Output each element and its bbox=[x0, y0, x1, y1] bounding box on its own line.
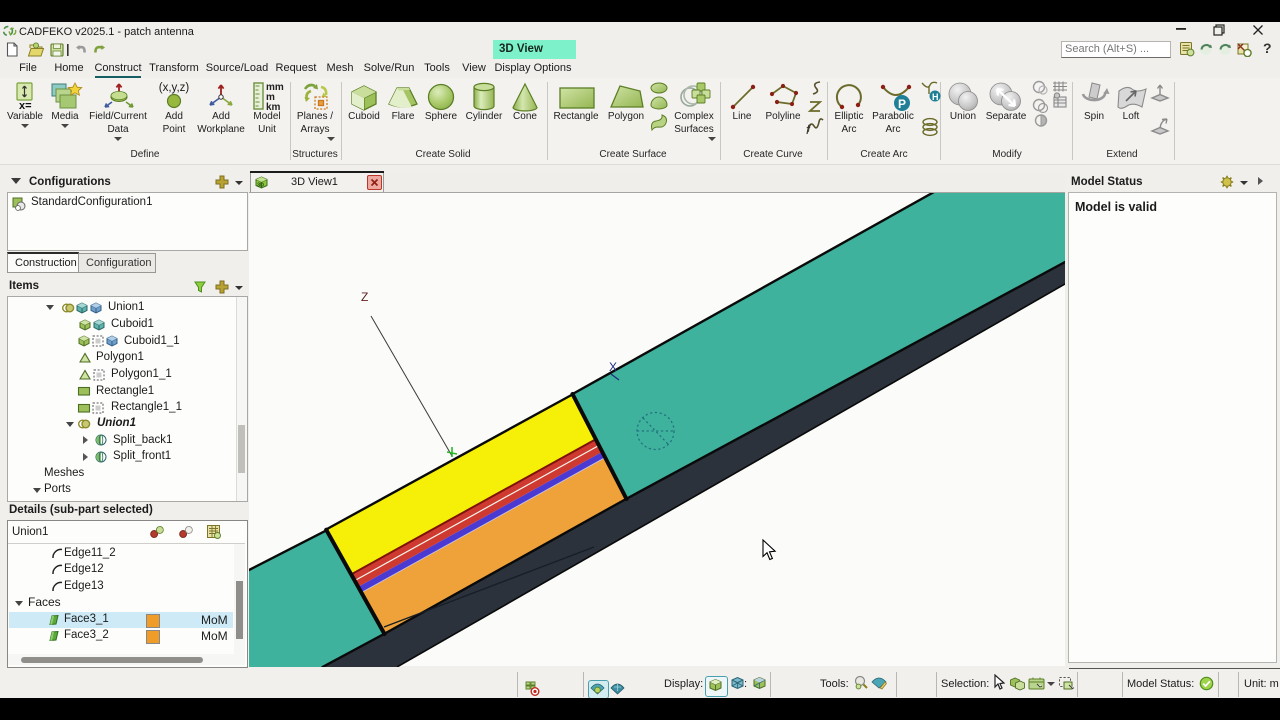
svg-text:3D: 3D bbox=[257, 183, 264, 189]
svg-text:km: km bbox=[266, 102, 281, 111]
svg-text:Z: Z bbox=[361, 290, 368, 304]
svg-text:P: P bbox=[898, 97, 906, 111]
svg-text:X: X bbox=[609, 360, 617, 374]
svg-text:H: H bbox=[932, 92, 939, 102]
svg-text:x=: x= bbox=[19, 100, 32, 110]
